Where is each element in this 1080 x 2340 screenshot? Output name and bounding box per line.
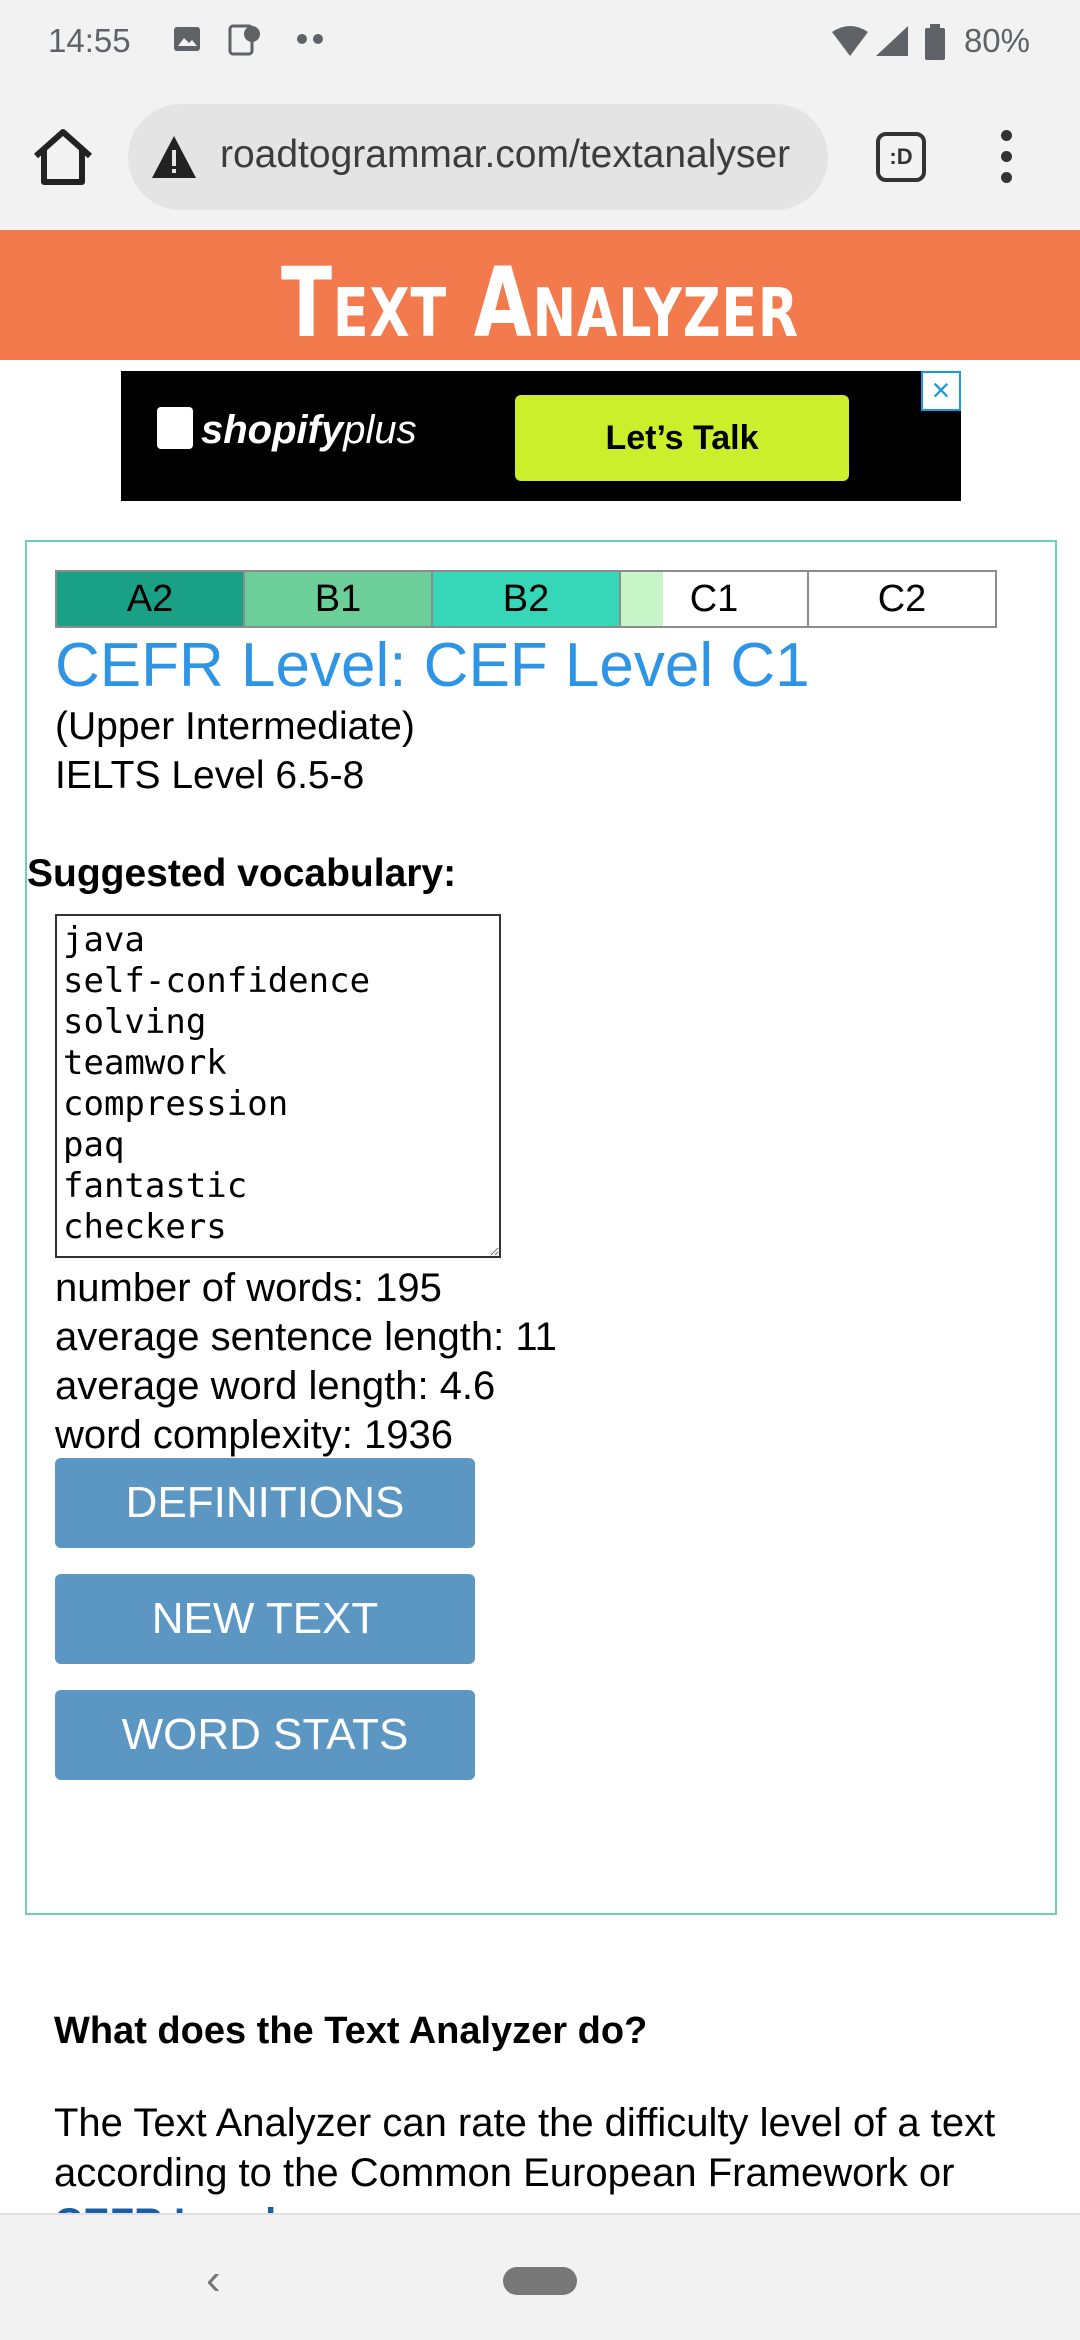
battery-level: 80% — [963, 22, 1030, 59]
level-scale: A2 B1 B2 C1 C2 — [55, 570, 997, 628]
ad-cta-button[interactable]: Let’s Talk — [515, 395, 849, 481]
faq-heading: What does the Text Analyzer do? — [54, 2010, 648, 2052]
wifi-icon — [832, 26, 868, 56]
notification-icon — [228, 24, 260, 56]
site-header: Text Analyzer — [0, 230, 1080, 360]
overflow-menu-icon[interactable] — [994, 124, 1018, 190]
browser-toolbar: roadtogrammar.com/textanalyser :D — [0, 84, 1080, 230]
faq-body-text: The Text Analyzer can rate the difficult… — [54, 2101, 996, 2195]
level-cell-c2: C2 — [807, 570, 997, 628]
definitions-button[interactable]: DEFINITIONS — [55, 1458, 475, 1548]
shopping-bag-icon — [157, 407, 193, 449]
stat-word-count: number of words: 195 — [55, 1266, 442, 1310]
status-bar: 14:55 80% — [0, 0, 1080, 84]
more-dots-icon — [297, 34, 323, 44]
ad-banner[interactable]: shopifyplus Let’s Talk × — [121, 371, 961, 501]
level-cell-a2: A2 — [55, 570, 245, 628]
stat-word-complexity: word complexity: 1936 — [55, 1413, 453, 1457]
home-pill[interactable] — [503, 2267, 577, 2295]
level-cell-b1: B1 — [243, 570, 433, 628]
word-stats-button[interactable]: WORD STATS — [55, 1690, 475, 1780]
tab-switcher-button[interactable]: :D — [876, 132, 926, 182]
level-cell-c1: C1 — [619, 570, 809, 628]
battery-icon — [925, 24, 945, 60]
address-bar[interactable]: roadtogrammar.com/textanalyser — [128, 104, 828, 210]
vocabulary-label: Suggested vocabulary: — [27, 852, 457, 895]
signal-icon — [876, 26, 908, 56]
system-nav-bar: ‹ — [0, 2213, 1080, 2340]
gallery-icon — [174, 27, 200, 51]
results-panel: A2 B1 B2 C1 C2 CEFR Level: CEF Level C1 … — [25, 540, 1057, 1915]
ad-logo[interactable]: shopifyplus — [157, 407, 417, 453]
stat-sentence-length: average sentence length: 11 — [55, 1315, 557, 1359]
cefr-level-heading: CEFR Level: CEF Level C1 — [55, 631, 810, 700]
url-text[interactable]: roadtogrammar.com/textanalyser — [220, 133, 790, 177]
new-text-button[interactable]: NEW TEXT — [55, 1574, 475, 1664]
site-title[interactable]: Text Analyzer — [281, 238, 799, 368]
text-stats: number of words: 195 average sentence le… — [55, 1264, 557, 1460]
ielts-level: IELTS Level 6.5-8 — [55, 754, 365, 797]
warning-icon[interactable] — [150, 134, 198, 180]
clock: 14:55 — [48, 22, 131, 59]
home-icon[interactable] — [30, 124, 96, 190]
vocabulary-textarea[interactable]: java self-confidence solving teamwork co… — [55, 914, 501, 1258]
stat-word-length: average word length: 4.6 — [55, 1364, 496, 1408]
back-chevron-icon[interactable]: ‹ — [206, 2255, 221, 2305]
level-cell-b2: B2 — [431, 570, 621, 628]
level-description: (Upper Intermediate) — [55, 705, 415, 748]
ad-close-icon[interactable]: × — [921, 371, 961, 411]
